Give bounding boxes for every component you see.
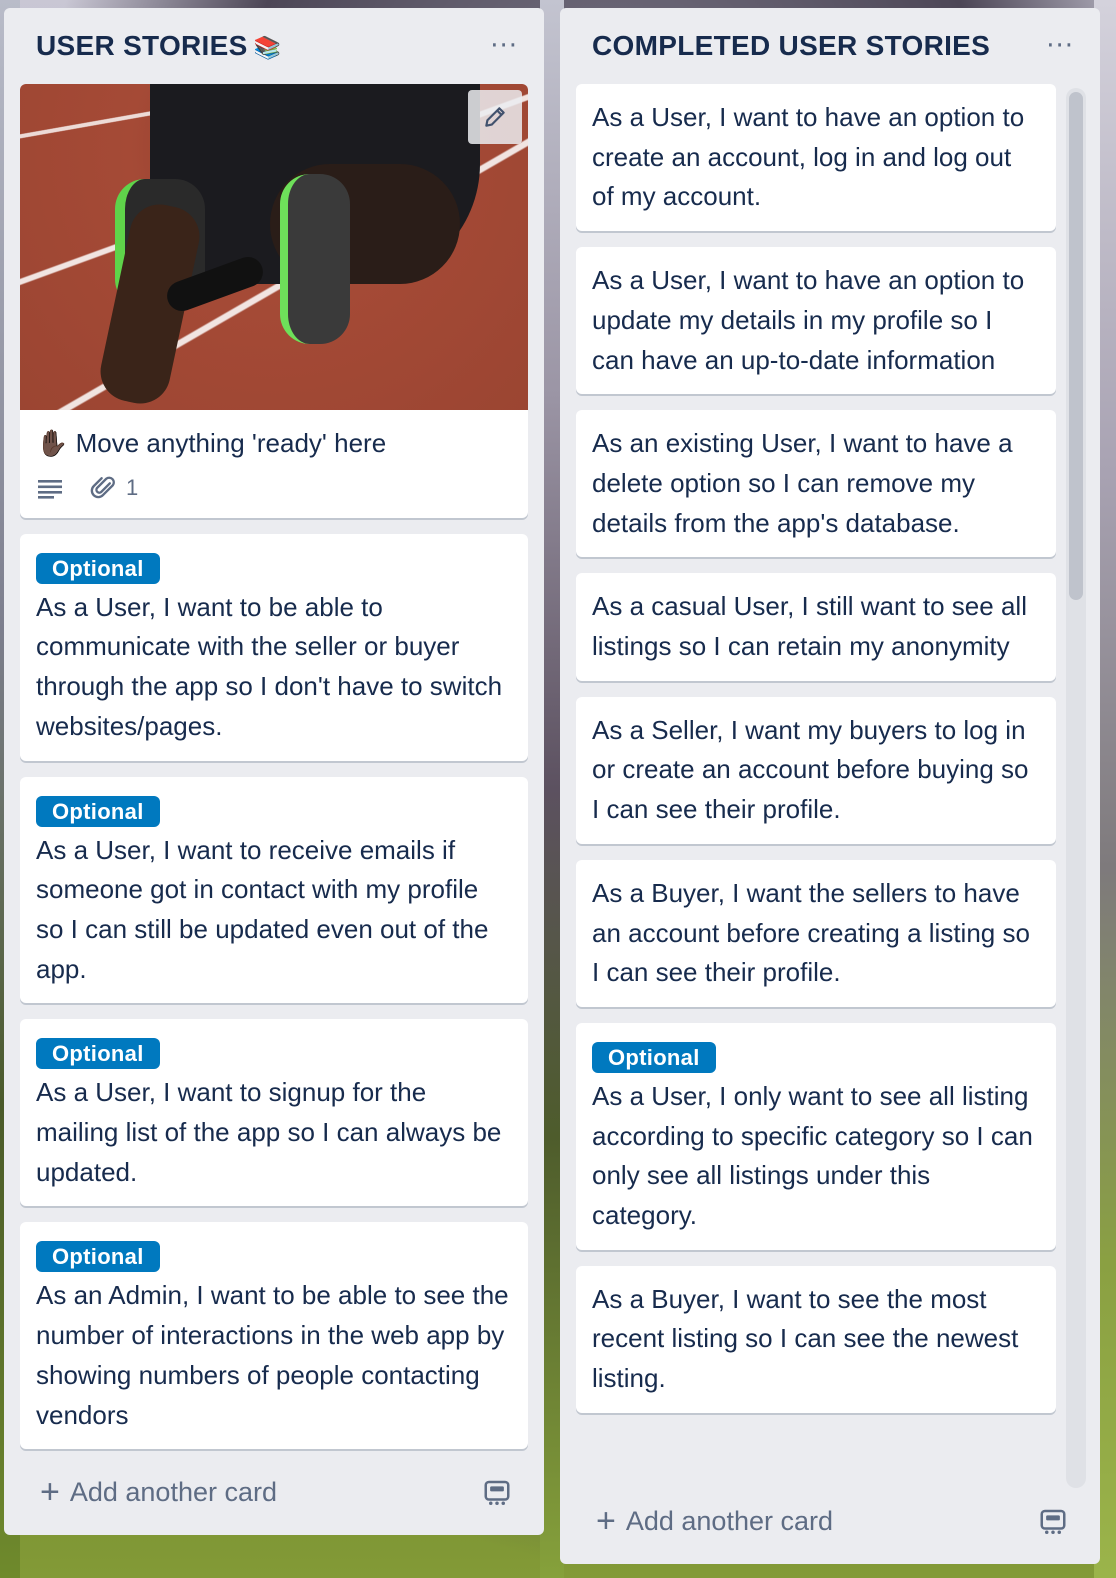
card-template-icon[interactable]	[1038, 1507, 1068, 1535]
label-optional: Optional	[592, 1041, 716, 1073]
list-card[interactable]: As a Buyer, I want to see the most recen…	[576, 1265, 1056, 1413]
list-completed-user-stories: COMPLETED USER STORIES ··· As a User, I …	[560, 8, 1100, 1564]
description-icon	[38, 479, 62, 499]
description-badge	[36, 476, 64, 500]
cover-card[interactable]: ✋🏿 Move anything 'ready' here 1	[20, 84, 528, 518]
list-menu-icon[interactable]: ···	[490, 33, 518, 59]
card-text: As an existing User, I want to have a de…	[592, 428, 1013, 538]
label-optional: Optional	[36, 552, 160, 584]
list-title[interactable]: COMPLETED USER STORIES	[592, 30, 990, 62]
books-emoji: 📚	[253, 35, 282, 60]
plus-icon: +	[596, 1502, 616, 1540]
list-card[interactable]: Optional As a User, I want to be able to…	[20, 533, 528, 761]
card-list: ✋🏿 Move anything 'ready' here 1 Optional…	[4, 84, 544, 1450]
card-text: As a User, I want to be able to communic…	[36, 591, 503, 741]
list-card[interactable]: Optional As a User, I only want to see a…	[576, 1022, 1056, 1250]
card-badges: 1	[36, 468, 512, 508]
list-menu-icon[interactable]: ···	[1046, 33, 1074, 59]
scrollbar-thumb[interactable]	[1069, 92, 1083, 600]
list-card[interactable]: Optional As a User, I want to receive em…	[20, 776, 528, 1004]
card-text: As a User, I only want to see all listin…	[592, 1080, 1033, 1231]
pencil-icon	[485, 107, 505, 127]
card-template-icon[interactable]	[482, 1478, 512, 1506]
card-cover-image	[20, 84, 528, 410]
card-list-scroll-area: As a User, I want to have an option to c…	[560, 84, 1072, 1488]
card-text: As an Admin, I want to be able to see th…	[36, 1280, 509, 1430]
list-title[interactable]: USER STORIES 📚	[36, 30, 281, 62]
list-card[interactable]: Optional As an Admin, I want to be able …	[20, 1222, 528, 1450]
card-text: As a User, I want to have an option to u…	[592, 265, 1025, 375]
list-user-stories: USER STORIES📚 ··· ✋🏿 Move anything 'rea	[4, 8, 544, 1535]
list-card[interactable]: As a User, I want to have an option to u…	[576, 247, 1056, 395]
attachment-count: 1	[126, 474, 139, 500]
edit-card-button[interactable]	[468, 90, 522, 144]
list-card[interactable]: As a casual User, I still want to see al…	[576, 573, 1056, 681]
paperclip-icon	[90, 476, 115, 498]
add-card-button[interactable]: + Add another card	[580, 1493, 1080, 1549]
plus-icon: +	[40, 1473, 60, 1511]
card-text: As a casual User, I still want to see al…	[592, 591, 1027, 662]
list-card[interactable]: As an existing User, I want to have a de…	[576, 410, 1056, 558]
list-card[interactable]: As a Buyer, I want the sellers to have a…	[576, 859, 1056, 1007]
attachment-badge: 1	[90, 468, 138, 508]
add-card-button[interactable]: + Add another card	[24, 1464, 524, 1520]
card-text: As a User, I want to receive emails if s…	[36, 834, 489, 984]
card-title: ✋🏿 Move anything 'ready' here	[36, 428, 387, 458]
list-card[interactable]: Optional As a User, I want to signup for…	[20, 1019, 528, 1207]
list-card[interactable]: As a Seller, I want my buyers to log in …	[576, 696, 1056, 844]
list-header: COMPLETED USER STORIES ···	[560, 8, 1100, 84]
card-text: As a User, I want to have an option to c…	[592, 102, 1025, 212]
label-optional: Optional	[36, 795, 160, 827]
card-text: As a Buyer, I want to see the most recen…	[592, 1283, 1019, 1394]
label-optional: Optional	[36, 1038, 160, 1070]
raised-hand-emoji: ✋🏿	[36, 428, 69, 458]
card-text: As a User, I want to signup for the mail…	[36, 1077, 502, 1187]
label-optional: Optional	[36, 1241, 160, 1273]
card-text: As a Seller, I want my buyers to log in …	[592, 714, 1029, 825]
list-header: USER STORIES 📚 ···	[4, 8, 544, 84]
card-text: As a Buyer, I want the sellers to have a…	[592, 877, 1030, 988]
list-card[interactable]: As a User, I want to have an option to c…	[576, 84, 1056, 232]
card-list: As a User, I want to have an option to c…	[560, 84, 1072, 1413]
